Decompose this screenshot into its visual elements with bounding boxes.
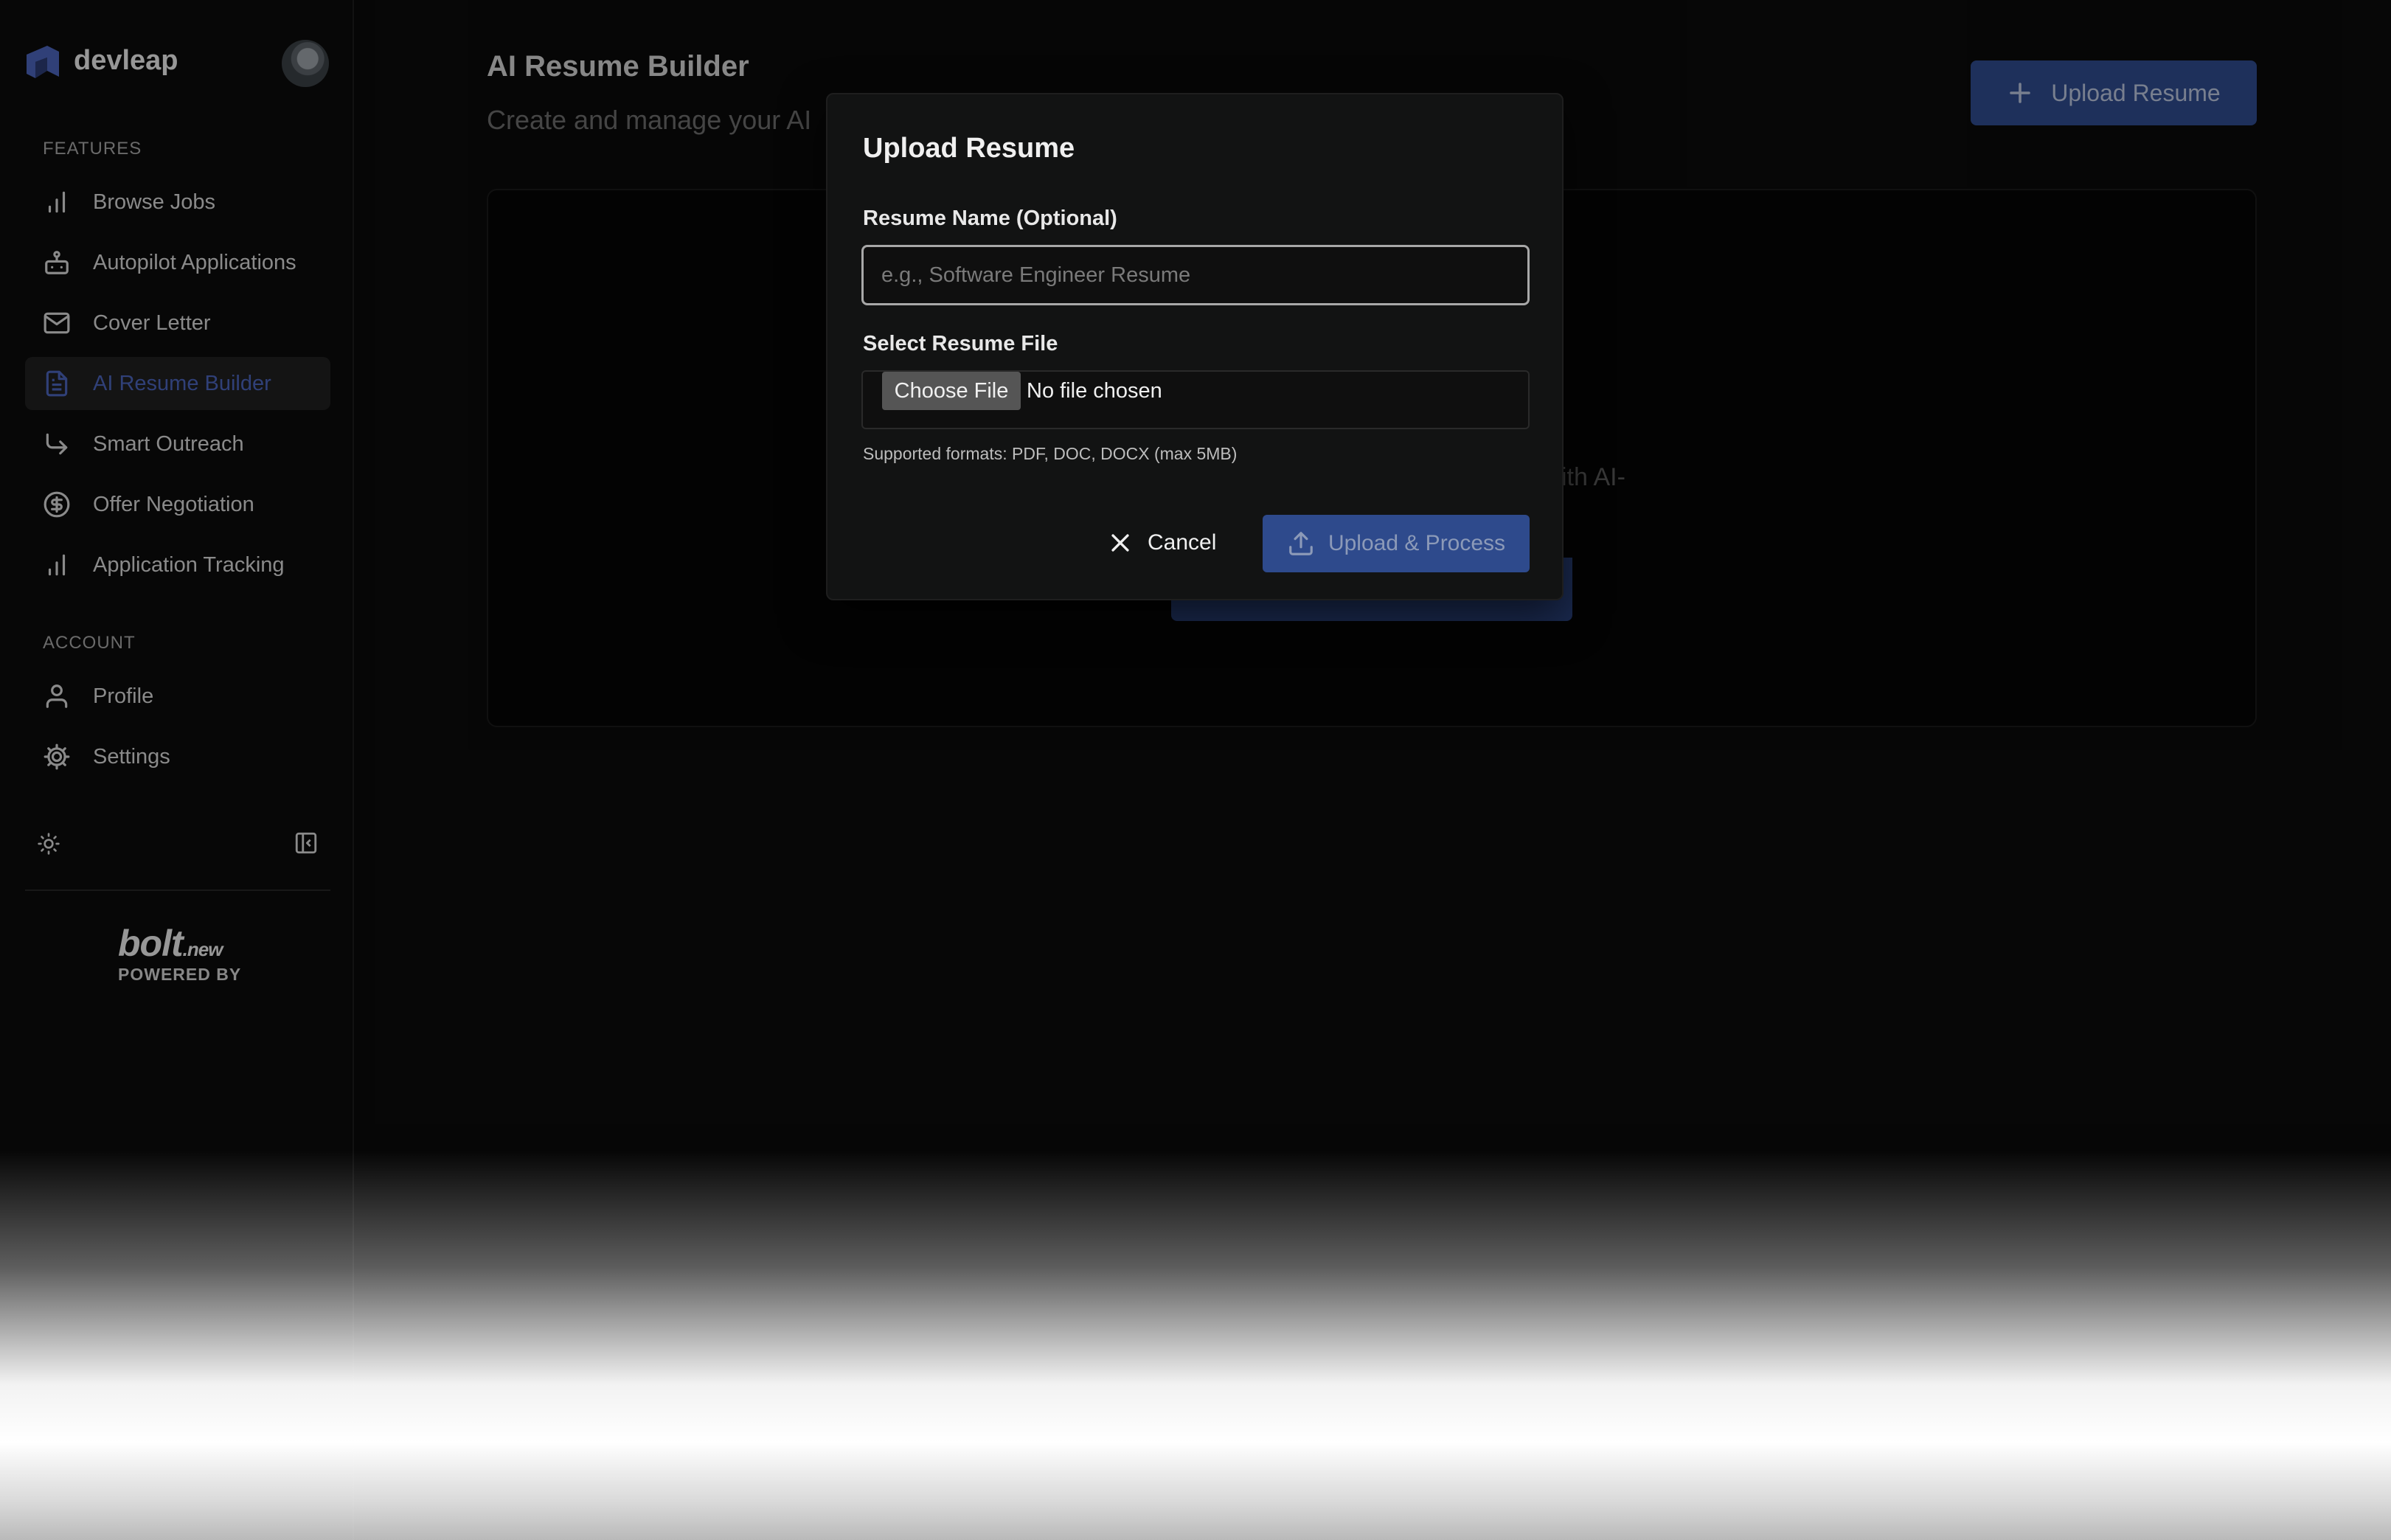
upload-process-button[interactable]: Upload & Process: [1263, 515, 1530, 572]
file-status-text: No file chosen: [1027, 379, 1162, 403]
close-icon: [1111, 534, 1129, 552]
upload-process-button-label: Upload & Process: [1328, 531, 1506, 555]
supported-formats-note: Supported formats: PDF, DOC, DOCX (max 5…: [863, 444, 1238, 463]
upload-icon: [1289, 532, 1313, 555]
cancel-button-label: Cancel: [1148, 530, 1217, 555]
upload-resume-dialog: Upload Resume Resume Name (Optional) Sel…: [826, 93, 1564, 600]
dialog-title: Upload Resume: [863, 133, 1075, 164]
choose-file-button[interactable]: Choose File: [882, 372, 1021, 410]
cancel-button[interactable]: Cancel: [1108, 515, 1216, 571]
resume-name-label: Resume Name (Optional): [863, 207, 1117, 230]
bottom-glow-decoration: [0, 1151, 2391, 1540]
resume-file-input[interactable]: Choose File No file chosen: [861, 370, 1530, 429]
resume-file-label: Select Resume File: [863, 332, 1058, 355]
resume-name-input[interactable]: [861, 245, 1530, 305]
